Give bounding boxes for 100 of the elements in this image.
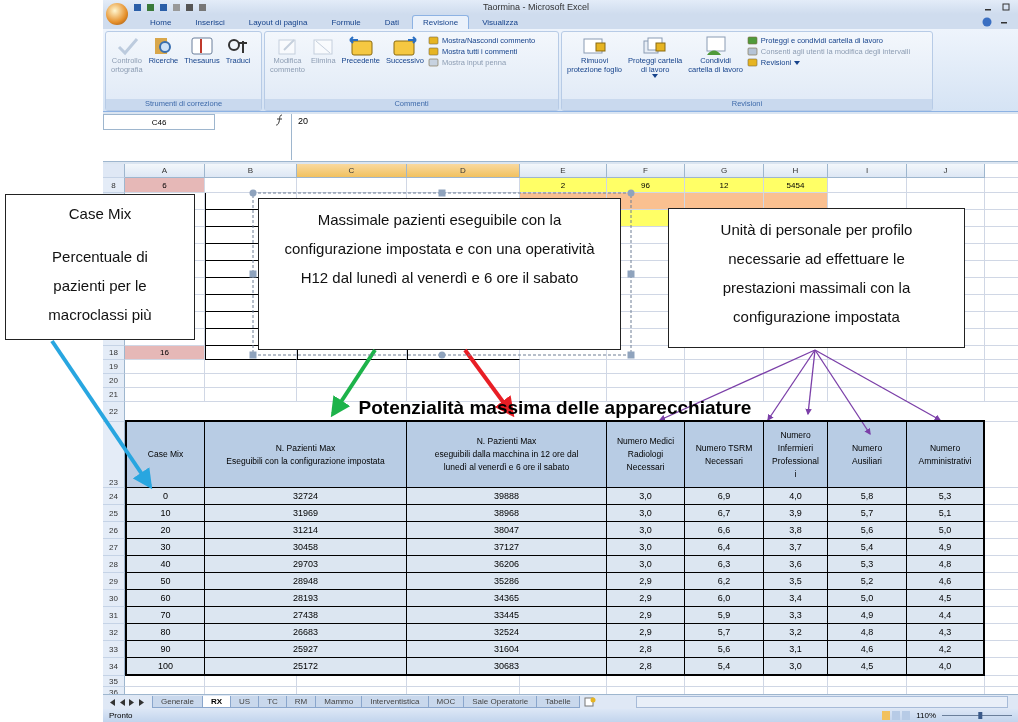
name-box[interactable]: C46 (103, 114, 215, 130)
ribbon-tab[interactable]: Inserisci (184, 15, 236, 29)
ribbon-tab[interactable]: Dati (373, 15, 410, 29)
status-text: Pronto (109, 711, 133, 720)
row-header[interactable]: 28 (103, 556, 125, 573)
column-header[interactable]: B (205, 164, 297, 178)
table-cell: 80 (125, 624, 205, 641)
sheet-tab[interactable]: US (230, 696, 260, 708)
row-header[interactable]: 8 (103, 178, 125, 193)
table-cell: 29703 (205, 556, 407, 573)
table-cell: 90 (125, 641, 205, 658)
row-header[interactable]: 32 (103, 624, 125, 641)
column-heading: Case Mix (125, 422, 205, 488)
table-cell: 10 (125, 505, 205, 522)
column-header[interactable]: E (520, 164, 607, 178)
table-cell: 32724 (205, 488, 407, 505)
table-cell: 3,7 (764, 539, 828, 556)
function-icon[interactable] (275, 114, 285, 126)
row-header[interactable]: 18 (103, 346, 125, 360)
zoom-level[interactable]: 110% (916, 711, 936, 720)
maximize-icon[interactable] (1002, 3, 1010, 11)
table-cell: 5,9 (685, 607, 764, 624)
table-cell: 30458 (205, 539, 407, 556)
table-cell: 31214 (205, 522, 407, 539)
table-cell: 5,8 (828, 488, 907, 505)
row-header[interactable]: 29 (103, 573, 125, 590)
formula-field[interactable]: 20 (291, 114, 898, 160)
zoom-slider[interactable] (942, 711, 1012, 720)
cell: 2 (520, 178, 607, 193)
row-header[interactable]: 25 (103, 505, 125, 522)
table-cell: 6,3 (685, 556, 764, 573)
table-cell: 2,8 (607, 641, 685, 658)
column-heading: Numero Amministrativi (907, 422, 985, 488)
sheet-tab[interactable]: TC (258, 696, 287, 708)
column-header[interactable]: C (297, 164, 407, 178)
table-cell: 28948 (205, 573, 407, 590)
column-heading: N. Pazienti Max Eseguibili con la configurazione impostata (205, 422, 407, 488)
table-cell: 31604 (407, 641, 607, 658)
table-cell: 6,9 (685, 488, 764, 505)
row-header[interactable]: 34 (103, 658, 125, 676)
row-header[interactable]: 21 (103, 388, 125, 402)
table-cell: 5,6 (828, 522, 907, 539)
table-cell: 6,7 (685, 505, 764, 522)
table-cell: 38968 (407, 505, 607, 522)
column-header[interactable]: H (764, 164, 828, 178)
column-header[interactable]: D (407, 164, 520, 178)
table-cell: 4,0 (907, 658, 985, 676)
row-header[interactable]: 33 (103, 641, 125, 658)
table-cell: 36206 (407, 556, 607, 573)
table-cell: 4,6 (828, 641, 907, 658)
column-header[interactable]: I (828, 164, 907, 178)
row-header[interactable]: 31 (103, 607, 125, 624)
table-cell: 5,3 (907, 488, 985, 505)
sheet-tab[interactable]: RX (201, 696, 232, 708)
cell: 12 (685, 178, 764, 193)
ribbon-tab[interactable]: Layout di pagina (237, 15, 319, 29)
ribbon-tab[interactable]: Revisione (412, 15, 470, 29)
table-cell: 5,0 (828, 590, 907, 607)
column-heading: Numero Medici Radiologi Necessari (607, 422, 685, 488)
sheet-tab[interactable]: Interventistica (361, 696, 429, 708)
small-note-icon (746, 47, 758, 56)
ribbon-tab[interactable]: Formule (320, 15, 372, 29)
table-cell: 100 (125, 658, 205, 676)
row-header[interactable]: 26 (103, 522, 125, 539)
table-cell: 70 (125, 607, 205, 624)
sheet-tab[interactable]: Generale (152, 696, 203, 708)
sheet-tab[interactable]: Sale Operatorie (463, 696, 538, 708)
table-cell: 3,2 (764, 624, 828, 641)
row-header[interactable]: 27 (103, 539, 125, 556)
row-header[interactable]: 24 (103, 488, 125, 505)
help-icon[interactable] (982, 17, 992, 27)
column-header[interactable]: A (125, 164, 205, 178)
sheet-tab[interactable]: Mammo (315, 696, 363, 708)
column-header[interactable]: J (907, 164, 985, 178)
row-header[interactable]: 30 (103, 590, 125, 607)
column-heading: Numero TSRM Necessari (685, 422, 764, 488)
column-heading: N. Pazienti Max eseguibili dalla macchina in 12 ore dal lunedì al venerdì e 6 ore il sabato (407, 422, 607, 488)
table-cell: 4,5 (828, 658, 907, 676)
row-header[interactable]: 20 (103, 374, 125, 388)
book-icon (190, 35, 214, 57)
table-cell: 38047 (407, 522, 607, 539)
table-cell: 5,2 (828, 573, 907, 590)
callout-text: Percentuale di pazienti per le macroclassi più (47, 247, 153, 325)
table-cell: 3,0 (607, 539, 685, 556)
table-cell: 3,0 (607, 505, 685, 522)
office-button[interactable] (106, 3, 128, 25)
row-header[interactable]: 19 (103, 360, 125, 374)
ribbon-tab[interactable]: Home (139, 15, 183, 29)
sheet-tab[interactable]: Tabelle (536, 696, 580, 708)
ribbon-tab[interactable]: Visualizza (471, 15, 529, 29)
row-header[interactable]: 35 (103, 676, 125, 687)
row-header[interactable]: 23 (103, 422, 125, 488)
column-header[interactable]: G (685, 164, 764, 178)
horizontal-scrollbar[interactable] (635, 696, 1008, 708)
row-header[interactable]: 22 (103, 402, 125, 422)
table-cell: 2,9 (607, 590, 685, 607)
table-cell: 4,9 (907, 539, 985, 556)
column-header[interactable]: F (607, 164, 685, 178)
next-note-icon (391, 35, 418, 57)
table-cell: 3,6 (764, 556, 828, 573)
